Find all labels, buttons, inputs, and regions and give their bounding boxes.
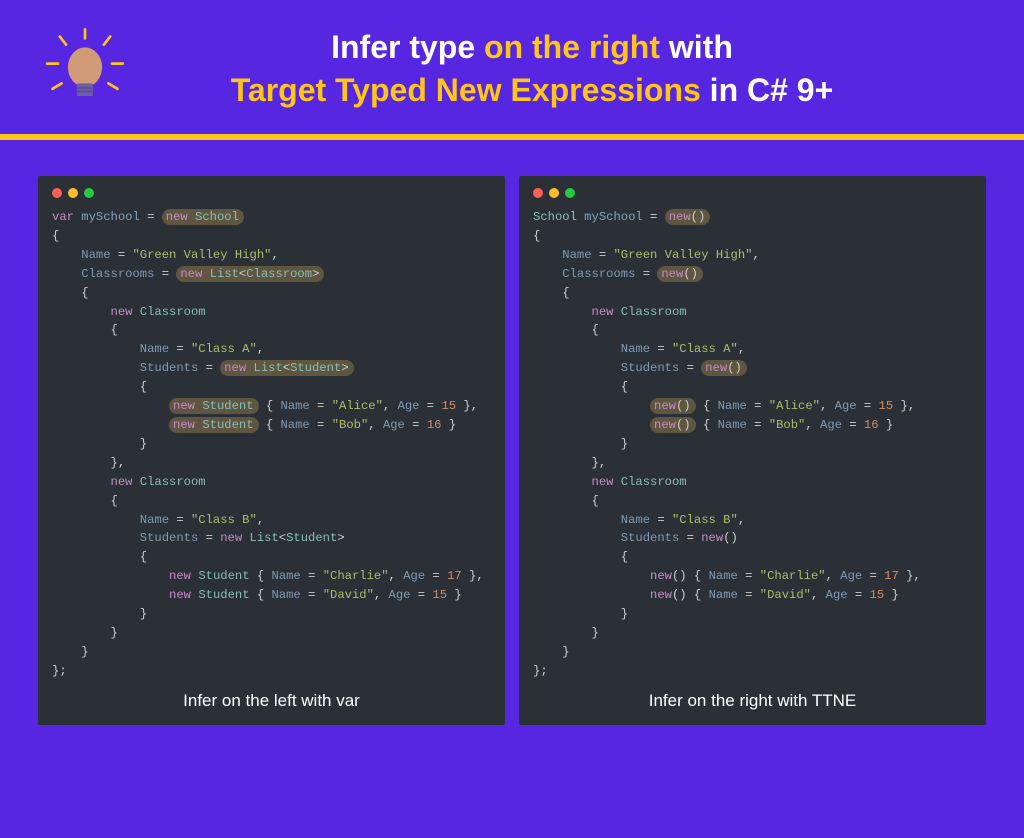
window-controls — [533, 188, 972, 198]
panel-caption-left: Infer on the left with var — [52, 691, 491, 711]
code-block-right: School mySchool = new() { Name = "Green … — [533, 208, 972, 681]
code-panels: var mySchool = new School { Name = "Gree… — [0, 140, 1024, 725]
title-part-highlight: Target Typed New Expressions — [231, 72, 710, 108]
title-part-highlight: on the right — [484, 29, 669, 65]
close-icon — [52, 188, 62, 198]
minimize-icon — [68, 188, 78, 198]
close-icon — [533, 188, 543, 198]
panel-caption-right: Infer on the right with TTNE — [533, 691, 972, 711]
header: Infer type on the right with Target Type… — [0, 0, 1024, 134]
minimize-icon — [549, 188, 559, 198]
maximize-icon — [565, 188, 575, 198]
title-part: Infer type — [331, 29, 484, 65]
code-panel-right: School mySchool = new() { Name = "Green … — [519, 176, 986, 725]
code-block-left: var mySchool = new School { Name = "Gree… — [52, 208, 491, 681]
page-title: Infer type on the right with Target Type… — [140, 26, 984, 112]
title-part: with — [669, 29, 733, 65]
title-part: in C# 9+ — [710, 72, 834, 108]
code-panel-left: var mySchool = new School { Name = "Gree… — [38, 176, 505, 725]
lightbulb-icon — [40, 24, 130, 114]
maximize-icon — [84, 188, 94, 198]
window-controls — [52, 188, 491, 198]
